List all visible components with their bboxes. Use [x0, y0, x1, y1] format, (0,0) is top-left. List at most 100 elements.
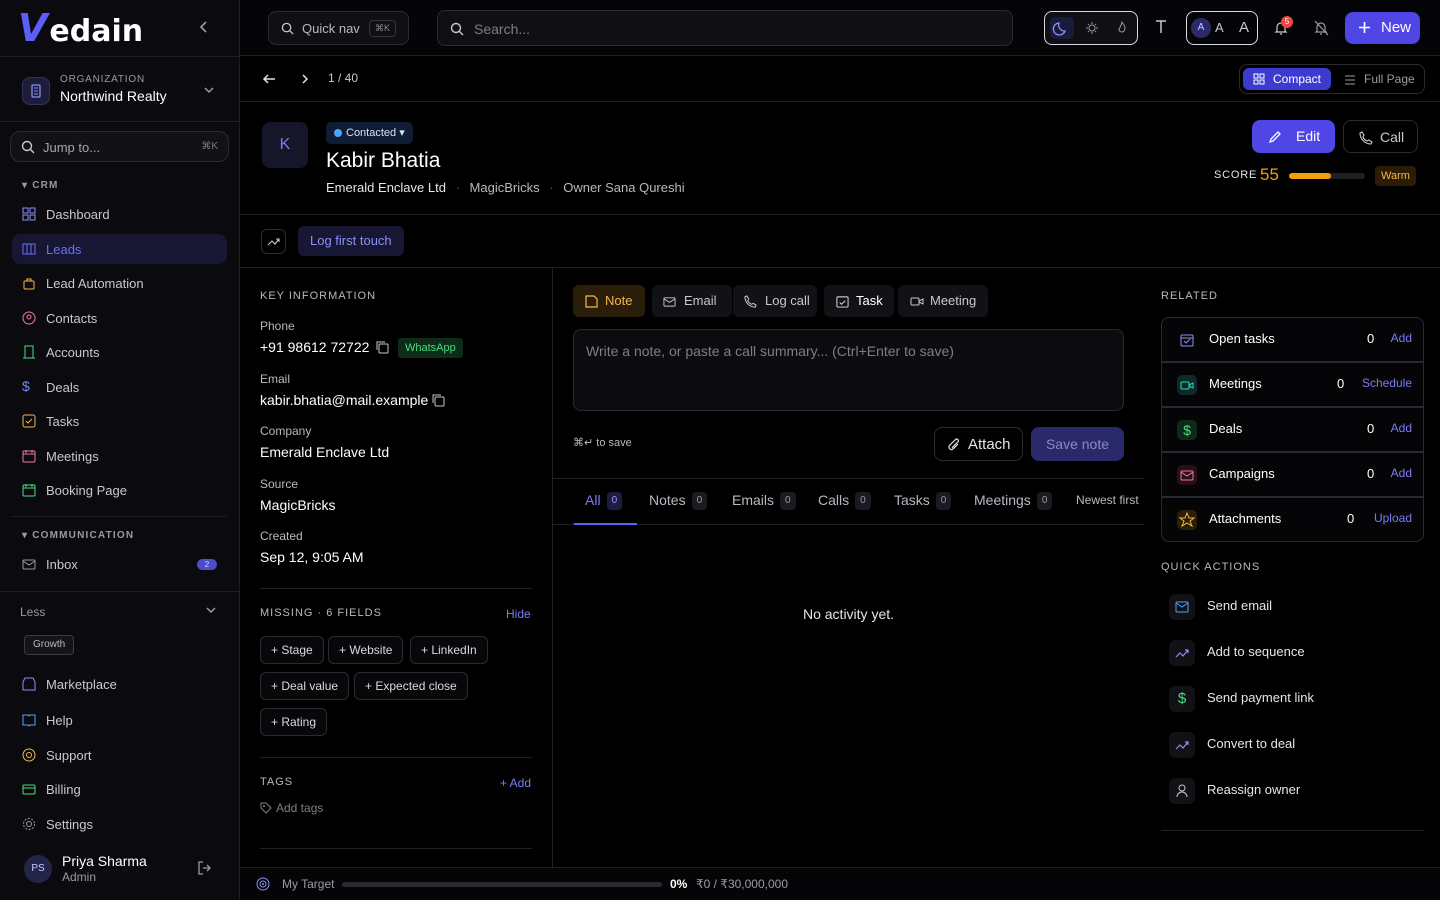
sidebar-item-settings[interactable]: Settings [12, 809, 227, 839]
note-textarea[interactable]: Write a note, or paste a call summary...… [573, 329, 1124, 411]
font-size-large[interactable]: A [1239, 19, 1249, 36]
call-button[interactable]: Call [1343, 120, 1418, 153]
filter-calls[interactable]: Calls 0 [818, 492, 871, 511]
related-attachments[interactable]: Attachments 0 Upload [1161, 497, 1424, 542]
logo[interactable]: V edain [18, 8, 143, 48]
collapse-sidebar-icon[interactable] [196, 18, 212, 36]
bell-off-icon[interactable] [1314, 20, 1329, 36]
search-input[interactable]: Search... [437, 10, 1013, 46]
quick-action-convert-to-deal[interactable]: Convert to deal [1161, 724, 1424, 764]
attach-button[interactable]: Attach [934, 427, 1023, 461]
tags-heading: TAGS [260, 776, 294, 788]
filter-tasks[interactable]: Tasks 0 [894, 492, 952, 511]
email-value[interactable]: kabir.bhatia@mail.example [260, 392, 428, 408]
trend-icon[interactable] [261, 229, 286, 254]
user-profile[interactable]: PS Priya Sharma Admin [0, 840, 239, 900]
add-rating-chip[interactable]: + Rating [260, 708, 328, 736]
font-size-small[interactable]: A [1191, 18, 1211, 38]
font-size-medium[interactable]: A [1215, 20, 1224, 35]
quick-action-label: Send payment link [1207, 690, 1314, 705]
related-meetings[interactable]: Meetings 0 Schedule [1161, 362, 1424, 407]
add-stage-chip[interactable]: + Stage [260, 636, 324, 664]
flame-icon[interactable] [1110, 17, 1134, 39]
tab-meeting[interactable]: Meeting [898, 285, 988, 317]
related-action[interactable]: Schedule [1362, 376, 1412, 390]
chevron-down-icon[interactable] [205, 604, 217, 616]
tab-note[interactable]: Note [573, 285, 645, 317]
tab-task[interactable]: Task [824, 285, 894, 317]
edit-button[interactable]: Edit [1252, 120, 1335, 153]
sun-icon[interactable] [1080, 17, 1104, 39]
related-campaigns[interactable]: Campaigns 0 Add [1161, 452, 1424, 497]
status-badge[interactable]: Contacted ▾ [326, 122, 413, 144]
sidebar-item-accounts[interactable]: Accounts [12, 337, 227, 367]
sidebar-item-contacts[interactable]: Contacts [12, 303, 227, 333]
sidebar-item-billing[interactable]: Billing [12, 774, 227, 804]
tab-email[interactable]: Email [652, 285, 732, 317]
related-action[interactable]: Add [1391, 331, 1412, 345]
related-open-tasks[interactable]: Open tasks 0 Add [1161, 317, 1424, 362]
quick-action-send-email[interactable]: Send email [1161, 586, 1424, 626]
related-label: Meetings [1209, 376, 1262, 391]
logout-icon[interactable] [197, 861, 211, 875]
add-deal-value-chip[interactable]: + Deal value [260, 672, 350, 700]
sidebar-item-booking-page[interactable]: Booking Page [12, 475, 227, 505]
related-action[interactable]: Upload [1374, 511, 1412, 525]
filter-emails[interactable]: Emails 0 [732, 492, 796, 511]
related-action[interactable]: Add [1391, 466, 1412, 480]
copy-icon[interactable] [431, 393, 445, 407]
sidebar-item-deals[interactable]: $ Deals [12, 372, 227, 402]
theme-switcher[interactable] [1044, 11, 1138, 45]
org-switcher[interactable]: ORGANIZATION Northwind Realty [0, 56, 239, 122]
add-website-chip[interactable]: + Website [328, 636, 404, 664]
sidebar-item-help[interactable]: Help [12, 705, 227, 735]
log-first-touch-button[interactable]: Log first touch [298, 226, 404, 256]
tab-log-call[interactable]: Log call [733, 285, 817, 317]
logo-text: edain [49, 14, 144, 49]
filter-all[interactable]: All 0 [585, 492, 623, 511]
save-note-button[interactable]: Save note [1031, 427, 1124, 461]
sidebar-item-leads[interactable]: Leads [12, 234, 227, 264]
sidebar-item-inbox[interactable]: Inbox [12, 549, 227, 579]
filter-meetings[interactable]: Meetings 0 [974, 492, 1053, 511]
add-tag-button[interactable]: + Add [500, 776, 531, 790]
jump-to-input[interactable]: Jump to... ⌘K [10, 131, 229, 162]
chevron-right-icon[interactable] [298, 72, 312, 86]
quick-action-add-to-sequence[interactable]: Add to sequence [1161, 632, 1424, 672]
sidebar-item-tasks[interactable]: Tasks [12, 406, 227, 436]
arrow-left-icon[interactable] [262, 72, 276, 86]
sidebar-item-marketplace[interactable]: Marketplace [12, 669, 227, 699]
compact-label: Compact [1273, 72, 1322, 86]
whatsapp-button[interactable]: WhatsApp [398, 338, 463, 358]
sidebar-item-support[interactable]: Support [12, 740, 227, 770]
moon-icon[interactable] [1050, 17, 1074, 39]
org-label: ORGANIZATION [60, 74, 145, 85]
quick-nav-button[interactable]: Quick nav ⌘K [268, 11, 409, 45]
sidebar-item-lead-automation[interactable]: Lead Automation [12, 268, 227, 298]
font-size-switcher[interactable]: A A A [1186, 11, 1258, 45]
crm-heading[interactable]: ▾ CRM [22, 180, 59, 191]
filter-notes[interactable]: Notes 0 [649, 492, 708, 511]
add-expected-close-chip[interactable]: + Expected close [354, 672, 468, 700]
typography-icon[interactable] [1154, 19, 1168, 35]
less-toggle[interactable]: Less [20, 605, 45, 619]
tags-input[interactable]: Add tags [276, 801, 323, 815]
quick-action-reassign-owner[interactable]: Reassign owner [1161, 770, 1424, 810]
contacts-icon [22, 311, 36, 325]
hide-missing-button[interactable]: Hide [506, 607, 531, 621]
copy-icon[interactable] [375, 340, 389, 354]
accounts-icon [22, 345, 36, 359]
full-page-button[interactable]: Full Page [1364, 72, 1415, 86]
lead-owner: Owner Sana Qureshi [563, 180, 685, 195]
sort-dropdown[interactable]: Newest first [1076, 493, 1139, 507]
phone-value[interactable]: +91 98612 72722 [260, 339, 369, 355]
quick-action-send-payment-link[interactable]: $ Send payment link [1161, 678, 1424, 718]
related-deals[interactable]: $ Deals 0 Add [1161, 407, 1424, 452]
sidebar-item-meetings[interactable]: Meetings [12, 441, 227, 471]
compact-view-button[interactable]: Compact [1243, 68, 1331, 90]
communication-heading[interactable]: ▾ COMMUNICATION [22, 530, 134, 541]
related-action[interactable]: Add [1391, 421, 1412, 435]
sidebar-item-dashboard[interactable]: Dashboard [12, 199, 227, 229]
new-button[interactable]: New [1345, 12, 1420, 44]
add-linkedin-chip[interactable]: + LinkedIn [410, 636, 488, 664]
